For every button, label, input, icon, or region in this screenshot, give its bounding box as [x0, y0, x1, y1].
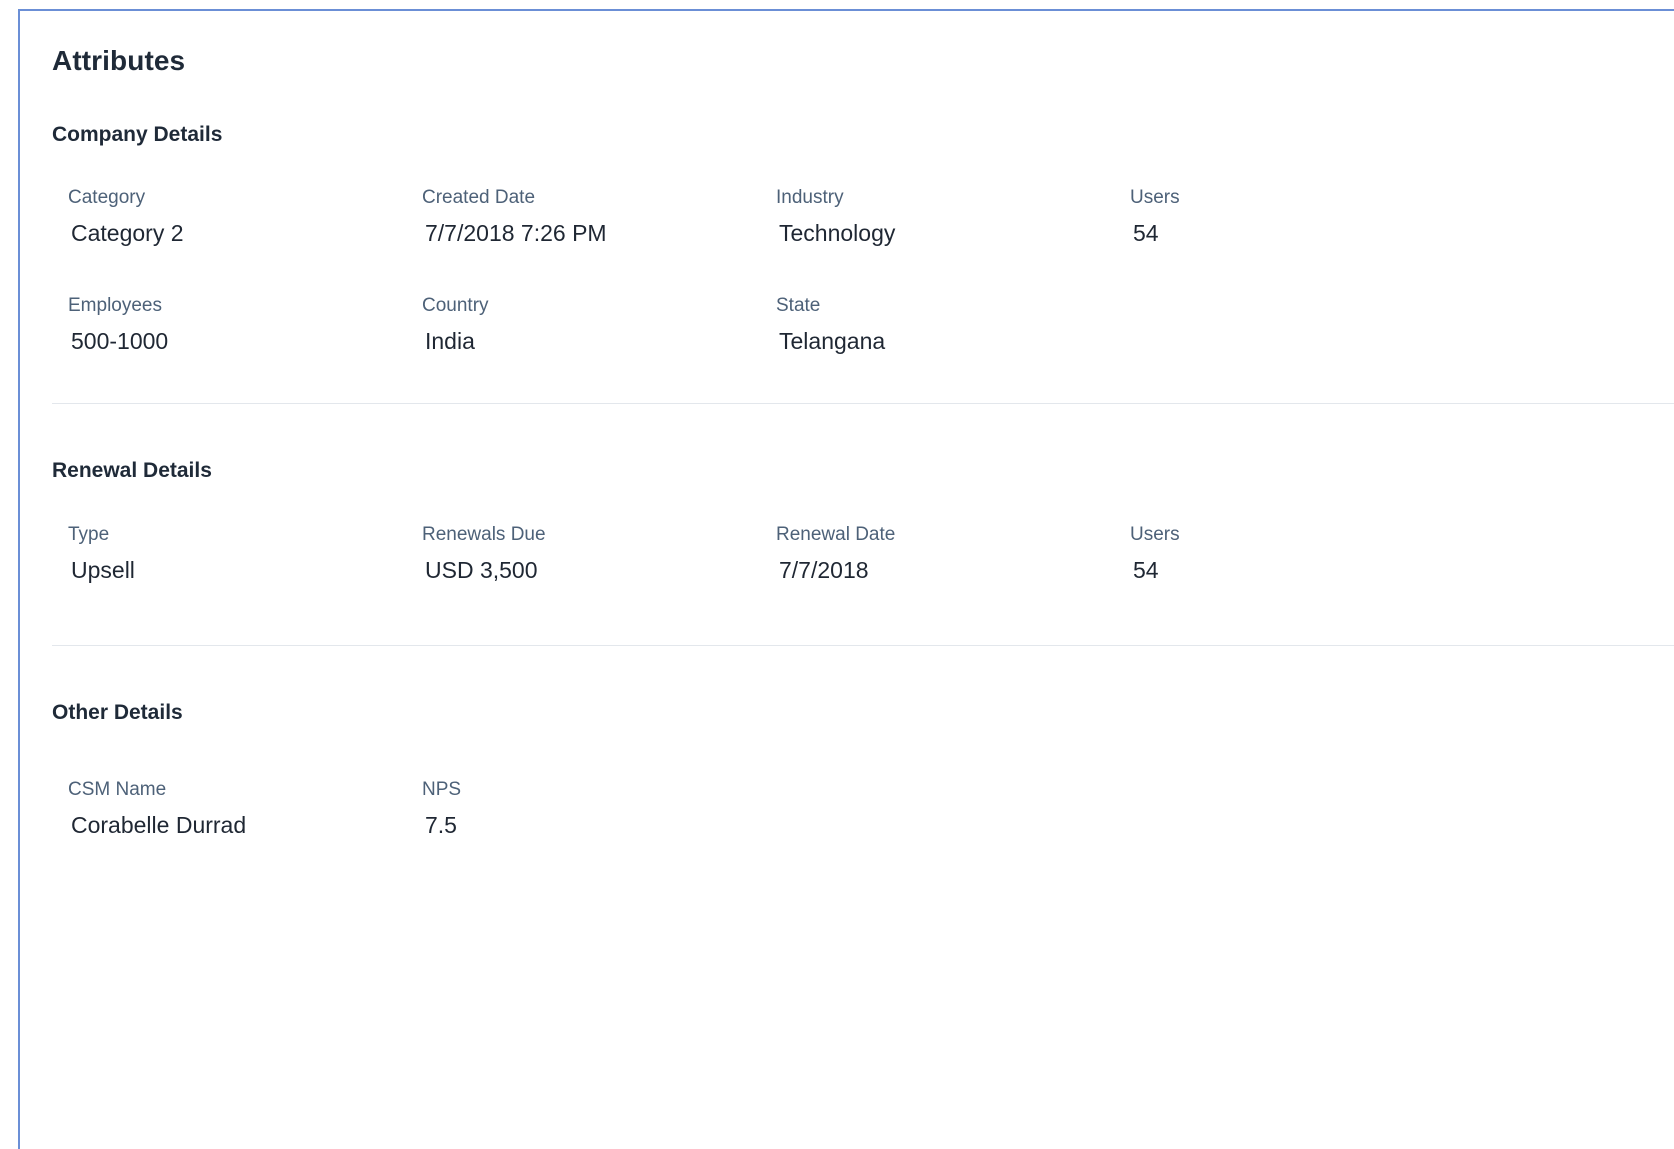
- page-title: Attributes: [52, 45, 186, 76]
- attributes-panel: Attributes Company Details Category Cate…: [18, 9, 1674, 1149]
- field-created-date: Created Date 7/7/2018 7:26 PM: [422, 187, 752, 246]
- field-value: Telangana: [779, 328, 886, 354]
- field-label: CSM Name: [68, 779, 167, 800]
- field-value: 7.5: [425, 812, 457, 838]
- field-value: India: [425, 328, 475, 354]
- field-value: 54: [1133, 557, 1159, 583]
- field-value: Technology: [779, 220, 896, 246]
- field-category: Category Category 2: [68, 187, 398, 246]
- field-label: Users: [1130, 524, 1180, 545]
- field-label: Created Date: [422, 187, 536, 208]
- field-value: Category 2: [71, 220, 184, 246]
- section-renewal-details: Renewal Details Type Upsell Renewals Due…: [52, 459, 1674, 583]
- field-label: Category: [68, 187, 146, 208]
- field-value: 500-1000: [71, 328, 169, 354]
- field-csm-name: CSM Name Corabelle Durrad: [68, 779, 398, 838]
- section-title: Company Details: [52, 123, 223, 146]
- field-value: Upsell: [71, 557, 135, 583]
- field-industry: Industry Technology: [776, 187, 1106, 246]
- field-state: State Telangana: [776, 295, 1106, 354]
- field-renewal-date: Renewal Date 7/7/2018: [776, 524, 1106, 583]
- field-nps: NPS 7.5: [422, 779, 752, 838]
- field-label: Industry: [776, 187, 844, 208]
- field-value: 54: [1133, 220, 1159, 246]
- field-label: Type: [68, 524, 110, 545]
- field-value: USD 3,500: [425, 557, 538, 583]
- field-label: NPS: [422, 779, 462, 800]
- field-renewals-due: Renewals Due USD 3,500: [422, 524, 752, 583]
- field-label: State: [776, 295, 821, 316]
- section-title: Renewal Details: [52, 459, 212, 482]
- field-label: Users: [1130, 187, 1180, 208]
- section-divider: [52, 645, 1674, 646]
- field-country: Country India: [422, 295, 752, 354]
- field-label: Employees: [68, 295, 162, 316]
- field-employees: Employees 500-1000: [68, 295, 398, 354]
- field-value: 7/7/2018: [779, 557, 869, 583]
- field-type: Type Upsell: [68, 524, 398, 583]
- field-value: 7/7/2018 7:26 PM: [425, 220, 607, 246]
- field-label: Country: [422, 295, 489, 316]
- section-title: Other Details: [52, 701, 183, 724]
- field-label: Renewals Due: [422, 524, 546, 545]
- field-value: Corabelle Durrad: [71, 812, 247, 838]
- section-company-details: Company Details Category Category 2 Crea…: [52, 123, 1674, 354]
- field-users: Users 54: [1130, 524, 1460, 583]
- field-users: Users 54: [1130, 187, 1460, 246]
- section-divider: [52, 403, 1674, 404]
- section-other-details: Other Details CSM Name Corabelle Durrad …: [52, 701, 1674, 838]
- field-label: Renewal Date: [776, 524, 896, 545]
